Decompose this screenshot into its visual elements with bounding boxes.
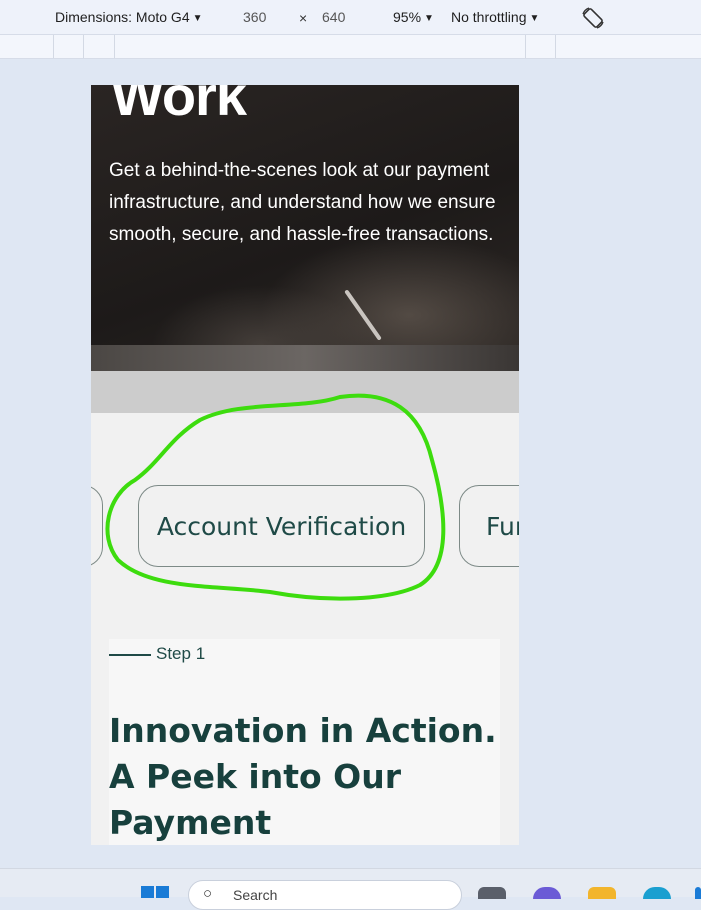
height-input[interactable]: 640: [322, 9, 345, 25]
step-line: [109, 654, 151, 656]
device-viewport: Work Get a behind-the-scenes look at our…: [91, 85, 519, 845]
width-input[interactable]: 360: [243, 9, 266, 25]
process-tabs: Account Verification Fur: [91, 485, 519, 569]
teams-icon[interactable]: [533, 887, 561, 899]
chevron-down-icon: ▼: [424, 13, 434, 24]
dimension-separator: ×: [299, 10, 308, 26]
ruler-tick: [114, 35, 115, 58]
task-view-icon[interactable]: [478, 887, 506, 899]
ruler-tick: [525, 35, 526, 58]
taskbar: ○ Search: [0, 868, 701, 910]
step-label: Step 1: [156, 644, 206, 663]
ruler-tick: [83, 35, 84, 58]
hero-description: Get a behind-the-scenes look at our paym…: [109, 160, 496, 245]
throttling-label: No throttling: [451, 9, 527, 25]
devtools-device-toolbar: Dimensions: Moto G4 ▼ 360 × 640 95% ▼ No t…: [0, 0, 701, 35]
ruler-tick: [53, 35, 54, 58]
taskbar-search-placeholder: Search: [233, 887, 278, 903]
hero-section: Work Get a behind-the-scenes look at our…: [91, 85, 519, 371]
app-icon[interactable]: [695, 887, 701, 899]
rotate-icon[interactable]: [580, 5, 606, 31]
tab-account-verification[interactable]: Account Verification: [138, 485, 425, 567]
throttling-select[interactable]: No throttling ▼: [451, 9, 539, 25]
hero-image-laptop: [91, 345, 519, 371]
file-explorer-icon[interactable]: [588, 887, 616, 899]
ruler-tick: [555, 35, 556, 58]
chevron-down-icon: ▼: [192, 13, 203, 24]
device-label: Dimensions: Moto G4: [55, 9, 190, 25]
step-card: Step 1 Innovation in Action. A Peek into…: [109, 639, 500, 845]
search-icon: ○: [203, 885, 213, 902]
taskbar-search[interactable]: ○ Search: [188, 880, 462, 910]
zoom-select[interactable]: 95% ▼: [393, 9, 434, 25]
section-divider: [91, 371, 519, 413]
hero-title: Work: [111, 85, 247, 127]
tab-next[interactable]: Fur: [459, 485, 519, 567]
zoom-label: 95%: [393, 9, 422, 25]
step-heading: Innovation in Action. A Peek into Our Pa…: [109, 711, 497, 842]
chevron-down-icon: ▼: [529, 13, 540, 24]
media-query-ruler[interactable]: [0, 35, 701, 59]
device-select[interactable]: Dimensions: Moto G4 ▼: [55, 9, 203, 25]
tab-previous[interactable]: [91, 485, 103, 567]
windows-start-icon[interactable]: [141, 886, 171, 898]
edge-icon[interactable]: [643, 887, 671, 899]
